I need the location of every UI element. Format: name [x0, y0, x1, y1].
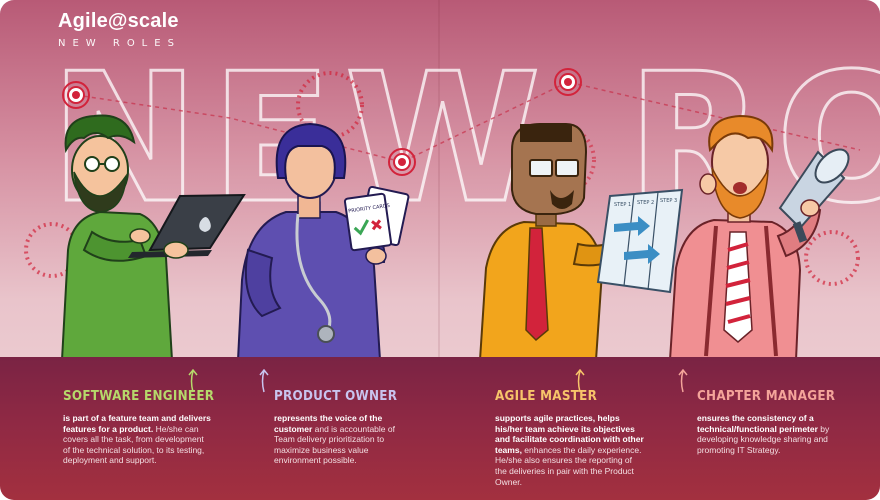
role-description: ensures the consistency of a technical/f… [697, 413, 830, 455]
agile-master-figure: STEP 1 STEP 2 STEP 3 [478, 123, 684, 360]
software-engineer-figure [60, 114, 246, 360]
board-step-1: STEP 1 [614, 202, 631, 208]
role-description: represents the voice of the customer and… [274, 413, 395, 466]
up-arrow-icon [678, 369, 688, 393]
role-agile-master: AGILE MASTER supports agile practices, h… [495, 389, 645, 487]
illustration: PRIORITY CARDS STEP 1 STEP 2 STEP 3 [24, 68, 861, 360]
role-title: AGILE MASTER [495, 389, 598, 404]
kanban-board-icon: STEP 1 STEP 2 STEP 3 [596, 188, 684, 294]
up-arrow-icon [259, 369, 269, 393]
chapter-manager-figure [668, 114, 850, 360]
dashed-ring [804, 230, 860, 286]
role-title: SOFTWARE ENGINEER [63, 389, 215, 404]
priority-cards-icon: PRIORITY CARDS [343, 185, 410, 252]
role-title: PRODUCT OWNER [274, 389, 398, 404]
infographic-canvas: NEW ROLES [0, 0, 880, 500]
product-owner-figure: PRIORITY CARDS [236, 122, 410, 360]
role-chapter-manager: CHAPTER MANAGER ensures the consistency … [697, 389, 837, 455]
role-product-owner: PRODUCT OWNER represents the voice of th… [274, 389, 404, 466]
target-icon [62, 81, 90, 109]
brand-title: Agile@scale [58, 10, 179, 32]
board-step-3: STEP 3 [660, 198, 677, 204]
brand-subtitle: NEW ROLES [58, 38, 181, 49]
target-icon [554, 68, 582, 96]
brand-block: Agile@scale NEW ROLES [58, 10, 181, 49]
target-icon [388, 148, 416, 176]
role-software-engineer: SOFTWARE ENGINEER is part of a feature t… [63, 389, 215, 466]
roles-band: SOFTWARE ENGINEER is part of a feature t… [0, 357, 880, 500]
role-description: supports agile practices, helps his/her … [495, 413, 644, 487]
role-title: CHAPTER MANAGER [697, 389, 836, 404]
role-description: is part of a feature team and delivers f… [63, 413, 211, 466]
board-step-2: STEP 2 [637, 200, 654, 206]
